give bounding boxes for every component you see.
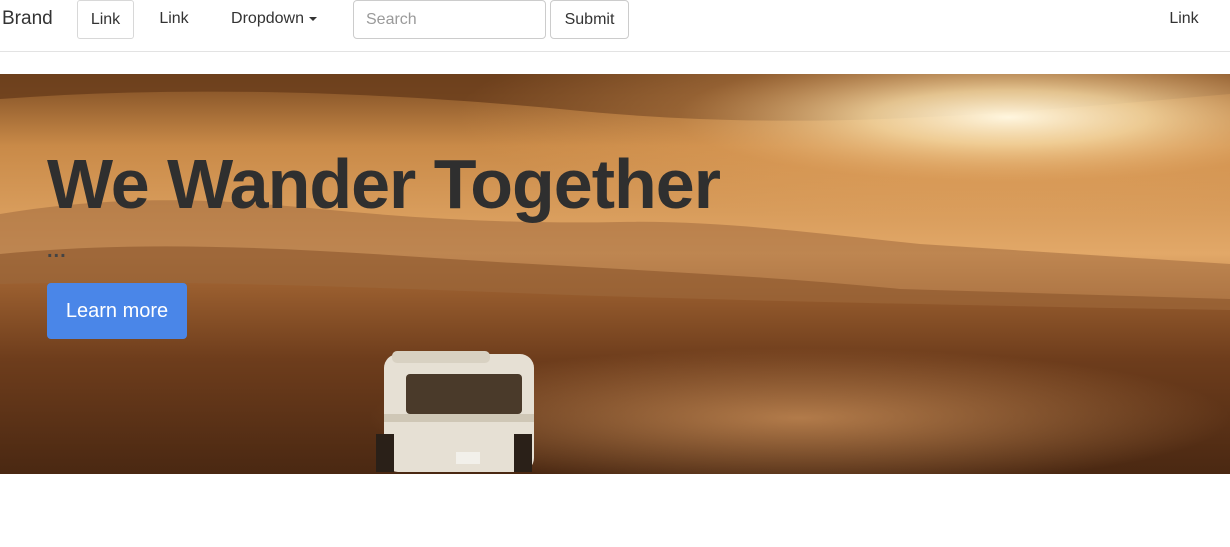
brand-link[interactable]: Brand — [2, 0, 53, 38]
caret-down-icon — [308, 16, 317, 21]
nav-link-right[interactable]: Link — [1160, 0, 1208, 39]
hero-subtitle: ... — [47, 240, 67, 262]
nav-dropdown-label: Dropdown — [231, 10, 304, 27]
nav-dropdown-toggle[interactable]: Dropdown — [222, 0, 326, 39]
submit-button[interactable]: Submit — [550, 0, 629, 39]
navbar: Brand Link Link Dropdown Submit Link — [0, 0, 1230, 52]
hero-background-image — [0, 74, 1230, 474]
learn-more-button[interactable]: Learn more — [47, 283, 187, 339]
hero-title: We Wander Together — [47, 145, 721, 223]
nav-link-1[interactable]: Link — [77, 0, 134, 39]
nav-link-2[interactable]: Link — [148, 0, 200, 39]
hero-banner: We Wander Together ... Learn more — [0, 74, 1230, 474]
van-image — [376, 351, 534, 472]
search-input[interactable] — [353, 0, 546, 39]
